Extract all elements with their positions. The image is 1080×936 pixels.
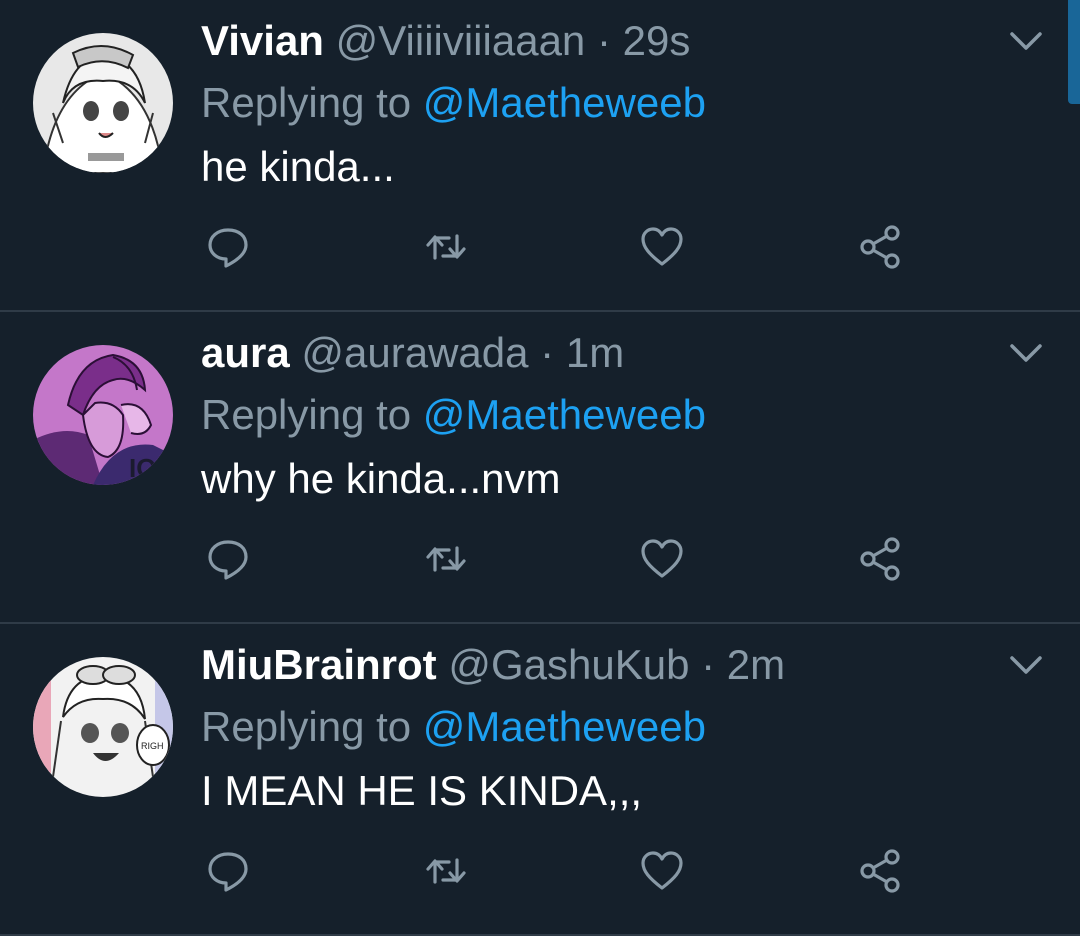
avatar-image: IOI [33, 345, 173, 485]
like-icon[interactable] [639, 848, 685, 894]
tweet-actions [201, 224, 921, 274]
display-name[interactable]: aura [201, 329, 290, 376]
separator-dot: · [596, 17, 611, 64]
share-icon[interactable] [857, 536, 903, 582]
replying-to-label: Replying to [201, 79, 412, 126]
chevron-down-icon[interactable] [1008, 26, 1044, 56]
reply-icon[interactable] [205, 536, 251, 582]
retweet-icon[interactable] [423, 848, 469, 894]
reply-to-mention[interactable]: @Maetheweeb [423, 79, 706, 126]
reply-icon[interactable] [205, 848, 251, 894]
tweet-text: why he kinda...nvm [201, 455, 561, 502]
timestamp[interactable]: 29s [623, 17, 691, 64]
handle[interactable]: @Viiiiviiiaaan [336, 17, 586, 64]
display-name[interactable]: Vivian [201, 17, 324, 64]
timestamp[interactable]: 1m [566, 329, 624, 376]
like-icon[interactable] [639, 536, 685, 582]
reply-to-mention[interactable]: @Maetheweeb [423, 703, 706, 750]
reply-icon[interactable] [205, 224, 251, 270]
chevron-down-icon[interactable] [1008, 338, 1044, 368]
avatar-image: RIGH [33, 657, 173, 797]
timestamp[interactable]: 2m [727, 641, 785, 688]
handle[interactable]: @aurawada [301, 329, 528, 376]
tweet[interactable]: Vivian @Viiiiviiiaaan · 29s Replying to … [0, 0, 1080, 312]
tweet[interactable]: RIGH MiuBrainrot @GashuKub · 2m Replying… [0, 624, 1080, 936]
handle[interactable]: @GashuKub [448, 641, 689, 688]
tweet-actions [201, 536, 921, 586]
share-icon[interactable] [857, 224, 903, 270]
tweet-text: I MEAN HE IS KINDA,,, [201, 767, 643, 814]
retweet-icon[interactable] [423, 536, 469, 582]
avatar[interactable] [33, 33, 173, 173]
svg-text:RIGH: RIGH [141, 741, 164, 751]
retweet-icon[interactable] [423, 224, 469, 270]
display-name[interactable]: MiuBrainrot [201, 641, 437, 688]
like-icon[interactable] [639, 224, 685, 270]
svg-text:IOI: IOI [129, 453, 164, 483]
separator-dot: · [540, 329, 555, 376]
avatar[interactable]: IOI [33, 345, 173, 485]
avatar-image [33, 33, 173, 173]
share-icon[interactable] [857, 848, 903, 894]
tweet[interactable]: IOI aura @aurawada · 1m Replying to @Mae… [0, 312, 1080, 624]
reply-to-mention[interactable]: @Maetheweeb [423, 391, 706, 438]
replying-to-label: Replying to [201, 703, 412, 750]
separator-dot: · [701, 641, 716, 688]
tweet-text: he kinda... [201, 143, 395, 190]
avatar[interactable]: RIGH [33, 657, 173, 797]
chevron-down-icon[interactable] [1008, 650, 1044, 680]
replying-to-label: Replying to [201, 391, 412, 438]
tweet-actions [201, 848, 921, 898]
